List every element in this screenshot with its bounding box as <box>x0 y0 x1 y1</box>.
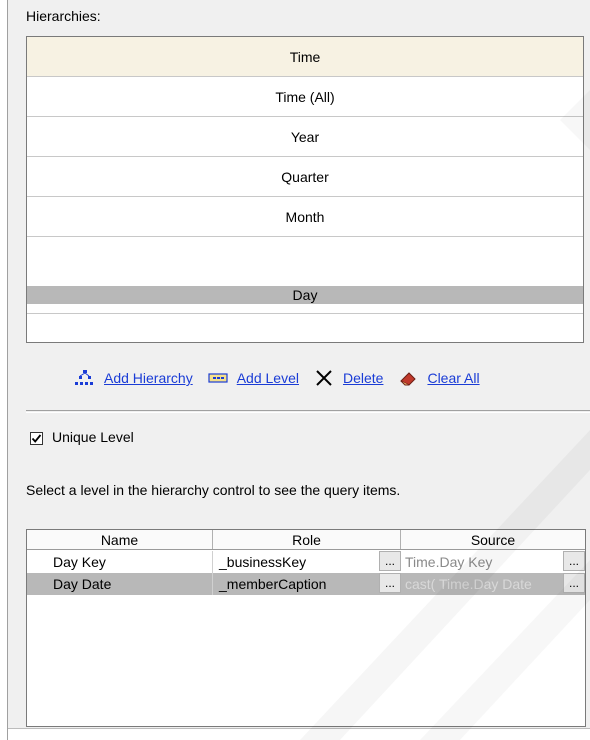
add-level-button[interactable]: Add Level <box>207 369 299 387</box>
hierarchy-toolbar: Add Hierarchy Add Level Delete Clear All <box>74 366 494 390</box>
column-header-name[interactable]: Name <box>27 530 213 549</box>
cell-role[interactable]: _memberCaption <box>213 573 379 595</box>
role-ellipsis-button[interactable]: ... <box>379 573 401 593</box>
hierarchy-control[interactable]: Time Time (All) Year Quarter Month Day <box>26 36 584 343</box>
add-level-label: Add Level <box>236 370 299 386</box>
add-hierarchy-icon <box>74 369 96 387</box>
delete-icon <box>313 369 335 387</box>
add-hierarchy-label: Add Hierarchy <box>104 370 193 386</box>
delete-button[interactable]: Delete <box>313 369 383 387</box>
table-row-selected[interactable]: Day Date _memberCaption ... cast( Time.D… <box>27 573 585 595</box>
cell-name[interactable]: Day Date <box>27 573 213 595</box>
cell-source[interactable]: Time.Day Key <box>401 551 563 573</box>
hierarchy-header[interactable]: Time <box>27 37 583 77</box>
level-row[interactable]: Month <box>27 197 583 237</box>
unique-level-label[interactable]: Unique Level <box>52 429 134 445</box>
query-items-hint: Select a level in the hierarchy control … <box>26 482 401 498</box>
column-header-role[interactable]: Role <box>213 530 401 549</box>
level-row-selected[interactable]: Day <box>27 286 583 304</box>
section-divider <box>26 410 590 413</box>
clear-all-label: Clear All <box>427 370 480 386</box>
table-row[interactable]: Day Key _businessKey ... Time.Day Key ..… <box>27 551 585 573</box>
column-header-source[interactable]: Source <box>401 530 585 549</box>
level-spacer <box>27 237 583 286</box>
level-row[interactable]: Quarter <box>27 157 583 197</box>
delete-label: Delete <box>342 370 384 386</box>
hierarchies-label: Hierarchies: <box>26 8 101 24</box>
cell-role[interactable]: _businessKey <box>213 551 379 573</box>
bottom-frame-edge <box>8 728 590 740</box>
add-level-icon <box>207 369 229 387</box>
level-row-gap <box>27 304 583 314</box>
cell-source[interactable]: cast( Time.Day Date <box>401 573 563 595</box>
left-frame-edge <box>0 0 8 740</box>
checkmark-icon <box>31 434 42 443</box>
query-items-grid[interactable]: Name Role Source Day Key _businessKey ..… <box>26 529 586 727</box>
source-ellipsis-button[interactable]: ... <box>563 551 585 571</box>
level-row[interactable]: Time (All) <box>27 77 583 117</box>
add-hierarchy-button[interactable]: Add Hierarchy <box>74 369 193 387</box>
clear-all-button[interactable]: Clear All <box>397 369 480 387</box>
grid-header: Name Role Source <box>27 530 585 550</box>
eraser-icon <box>397 369 419 387</box>
source-ellipsis-button[interactable]: ... <box>563 573 585 593</box>
role-ellipsis-button[interactable]: ... <box>379 551 401 571</box>
unique-level-checkbox[interactable] <box>30 432 43 445</box>
level-row[interactable]: Year <box>27 117 583 157</box>
cell-name[interactable]: Day Key <box>27 551 213 573</box>
